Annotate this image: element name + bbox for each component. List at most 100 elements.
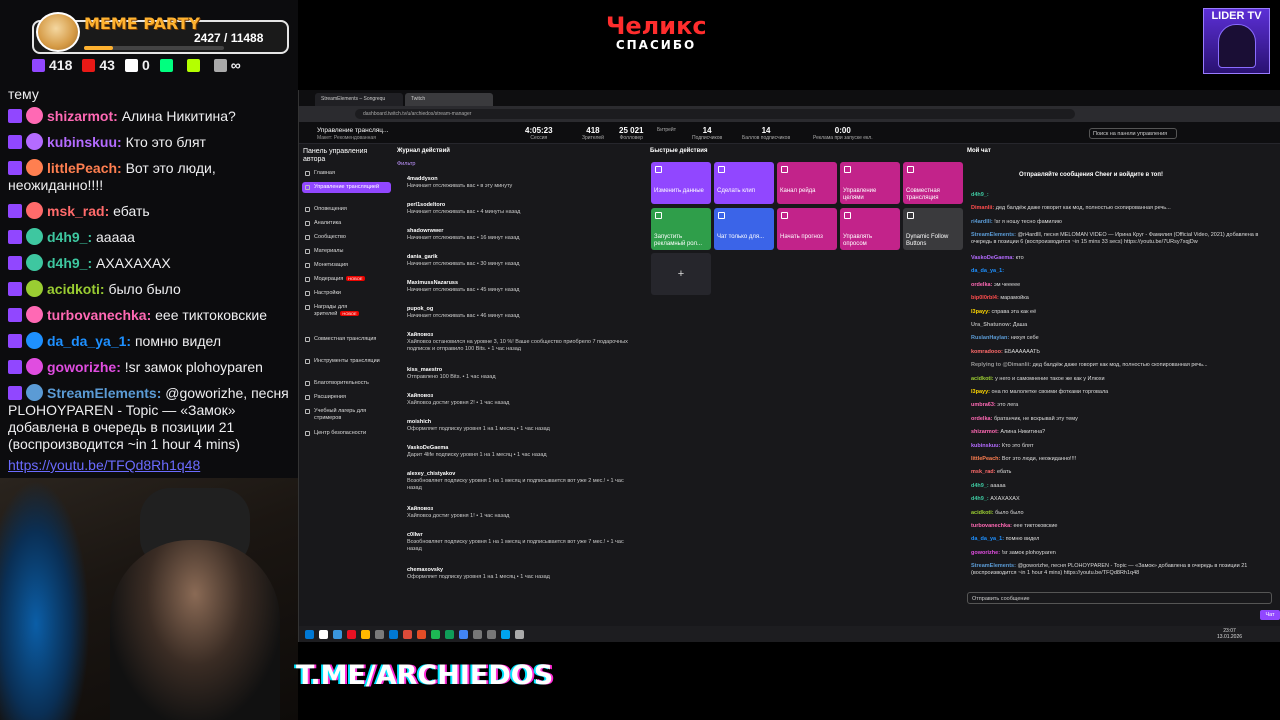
sidebar-item[interactable]: Инструменты трансляции (302, 356, 391, 367)
chat-username[interactable]: acidkoti: (971, 510, 994, 516)
feed-item[interactable]: Хайповоз Хайповоз остановился на уровне 3… (397, 332, 632, 353)
chat-username[interactable]: da_da_ya_1: (971, 268, 1004, 274)
taskbar-app-icon[interactable] (375, 629, 384, 639)
feed-username[interactable]: kiss_maestro (397, 367, 632, 374)
feed-username[interactable]: Хайповоз (397, 332, 632, 339)
activity-feed-header[interactable]: Журнал действий (397, 148, 450, 154)
feed-username[interactable]: alexey_chistyakov (397, 471, 632, 478)
feed-item[interactable]: MaximussNazaruss Начинает отслеживать вас… (397, 280, 632, 294)
quick-action-button[interactable]: Запустить рекламный рол... (651, 208, 711, 250)
chat-username[interactable]: shizarmot: (971, 429, 999, 435)
chat-username[interactable]: ri4ardlll: (971, 219, 993, 225)
chat-username[interactable]: d4h9_: (47, 229, 92, 245)
dashboard-search-input[interactable]: Поиск на панели управления (1089, 128, 1177, 139)
chat-username[interactable]: StreamElements: (971, 563, 1016, 569)
dashboard-layout-label[interactable]: Макет: Рекомендованная (317, 135, 376, 141)
quick-action-button[interactable]: Совместная трансляция (903, 162, 963, 204)
sidebar-item[interactable]: Аналитика (302, 218, 391, 229)
chat-username[interactable]: da_da_ya_1: (47, 333, 131, 349)
chat-username[interactable]: Dimanlii: (971, 205, 994, 211)
chat-username[interactable]: d4h9_: (971, 192, 989, 198)
chat-username[interactable]: bip0l0rbl4: (971, 295, 999, 301)
chat-username[interactable]: goworizhe: (971, 550, 1000, 556)
feed-item[interactable]: Хайповоз Хайповоз достиг уровня 1! • 1 ча… (397, 506, 632, 520)
feed-username[interactable]: dania_garik (397, 254, 632, 261)
chat-username[interactable]: l3payy: (971, 389, 990, 395)
taskbar-app-icon[interactable] (473, 629, 482, 639)
chat-username[interactable]: msk_rad: (47, 203, 109, 219)
taskbar-app-icon[interactable] (319, 629, 328, 639)
chat-username[interactable]: ordelka: (971, 416, 992, 422)
taskbar-app-icon[interactable] (403, 629, 412, 639)
quick-action-button[interactable]: Канал рейда (777, 162, 837, 204)
feed-username[interactable]: moishich (397, 419, 632, 426)
chat-username[interactable]: ordelka: (971, 282, 992, 288)
feed-username[interactable]: VaskoDeGaema (397, 445, 632, 452)
chat-username[interactable]: RuslanHaylan: (971, 335, 1009, 341)
quick-action-button[interactable]: Изменить данные (651, 162, 711, 204)
chat-username[interactable]: l3payy: (971, 309, 990, 315)
feed-username[interactable]: 4maddyson (397, 176, 632, 183)
chat-username[interactable]: littlePeach: (971, 456, 1000, 462)
feed-item[interactable]: 4maddyson Начинает отслеживать вас • в эт… (397, 176, 632, 190)
chat-username[interactable]: msk_rad: (971, 469, 995, 475)
feed-username[interactable]: shadowrwwer (397, 228, 632, 235)
chat-username[interactable]: umbra63: (971, 402, 996, 408)
taskbar-app-icon[interactable] (417, 629, 426, 639)
sidebar-item[interactable]: Управление трансляцией (302, 182, 391, 193)
add-quick-action-button[interactable]: + (651, 253, 711, 295)
sidebar-item[interactable]: Оповещения (302, 204, 391, 215)
chat-username[interactable]: kubinskuu: (47, 134, 122, 150)
browser-tab-streamelements[interactable]: StreamElements – Songrequ (315, 93, 403, 106)
quick-action-button[interactable]: Сделать клип (714, 162, 774, 204)
feed-item[interactable]: c0llwr Возобновляет подписку уровня 1 на … (397, 532, 632, 553)
chat-username[interactable]: Replying to @Dimanlii: (971, 362, 1031, 368)
quick-action-button[interactable]: Управление целями (840, 162, 900, 204)
chat-username[interactable]: kubinskuu: (971, 443, 1000, 449)
feed-item[interactable]: perl1sodeltoro Начинает отслеживать вас •… (397, 202, 632, 216)
taskbar-app-icon[interactable] (501, 629, 510, 639)
sidebar-item[interactable]: Центр безопасности (302, 428, 391, 439)
chat-username[interactable]: VaskoDeGaema: (971, 255, 1014, 261)
url-field[interactable]: dashboard.twitch.tv/u/archiedos/stream-m… (355, 109, 1075, 119)
taskbar-app-icon[interactable] (347, 629, 356, 639)
chat-username[interactable]: Ura_Shatunow: (971, 322, 1011, 328)
activity-feed-filter[interactable]: Фильтр (397, 161, 415, 167)
quick-actions-header[interactable]: Быстрые действия (650, 148, 708, 154)
chat-username[interactable]: littlePeach: (47, 160, 122, 176)
feed-item[interactable]: kiss_maestro Отправлено 100 Bits. • 1 час… (397, 367, 632, 381)
sidebar-item[interactable]: Учебный лагерь для стримеров (302, 406, 391, 423)
quick-action-button[interactable]: Управлять опросом (840, 208, 900, 250)
taskbar-app-icon[interactable] (361, 629, 370, 639)
chat-username[interactable]: d4h9_: (971, 483, 989, 489)
taskbar-app-icon[interactable] (487, 629, 496, 639)
taskbar-app-icon[interactable] (515, 629, 524, 639)
feed-username[interactable]: pupok_og (397, 306, 632, 313)
taskbar-app-icon[interactable] (431, 629, 440, 639)
taskbar-app-icon[interactable] (333, 629, 342, 639)
chat-username[interactable]: StreamElements: (47, 385, 161, 401)
feed-item[interactable]: chemaxovsky Оформляет подписку уровня 1 н… (397, 567, 632, 581)
chat-send-button[interactable]: Чат (1260, 610, 1280, 620)
taskbar-app-icon[interactable] (389, 629, 398, 639)
sidebar-item[interactable]: Материалы (302, 246, 391, 257)
chat-link[interactable]: https://youtu.be/TFQd8Rh1q48 (0, 457, 298, 474)
taskbar-app-icon[interactable] (445, 629, 454, 639)
feed-username[interactable]: Хайповоз (397, 393, 632, 400)
feed-username[interactable]: MaximussNazaruss (397, 280, 632, 287)
sidebar-item[interactable]: Расширения (302, 392, 391, 403)
my-chat-header[interactable]: Мой чат (967, 148, 991, 154)
sidebar-item[interactable]: Модерация НОВОЕ (302, 274, 391, 285)
taskbar-app-icon[interactable] (305, 629, 314, 639)
quick-action-button[interactable]: Начать прогноз (777, 208, 837, 250)
quick-action-button[interactable]: Dynamic Follow Buttons (903, 208, 963, 250)
feed-item[interactable]: pupok_og Начинает отслеживать вас • 46 ми… (397, 306, 632, 320)
quick-action-button[interactable]: Чат только для... (714, 208, 774, 250)
taskbar-app-icon[interactable] (459, 629, 468, 639)
chat-username[interactable]: d4h9_: (971, 496, 989, 502)
chat-username[interactable]: turbovanechka: (47, 307, 151, 323)
feed-item[interactable]: moishich Оформляет подписку уровня 1 на 1… (397, 419, 632, 433)
feed-item[interactable]: VaskoDeGaema Дарит 4life подписку уровня … (397, 445, 632, 459)
feed-item[interactable]: alexey_chistyakov Возобновляет подписку у… (397, 471, 632, 492)
chat-username[interactable]: acidkoti: (971, 376, 994, 382)
